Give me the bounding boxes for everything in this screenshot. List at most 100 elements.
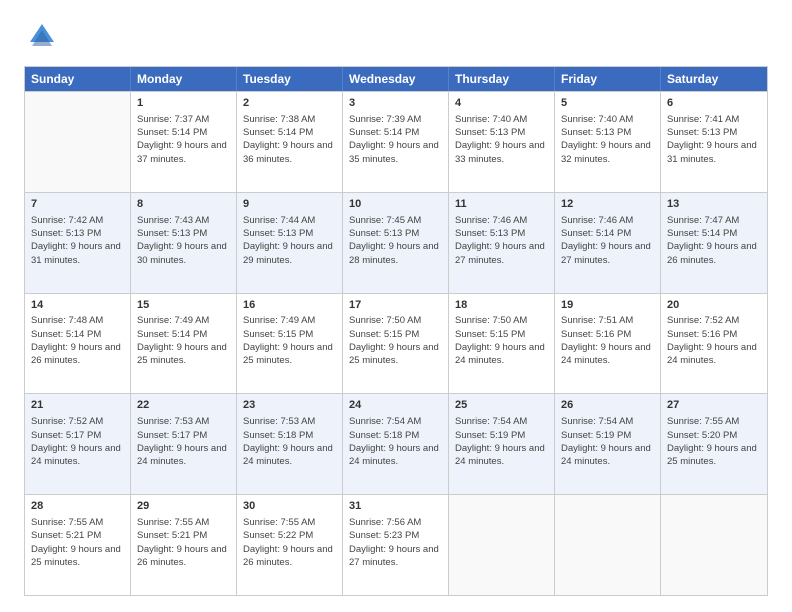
day-info: Sunrise: 7:51 AMSunset: 5:16 PMDaylight:… — [561, 314, 654, 367]
day-cell-20: 20Sunrise: 7:52 AMSunset: 5:16 PMDayligh… — [661, 294, 767, 394]
day-number: 7 — [31, 197, 124, 212]
day-info: Sunrise: 7:43 AMSunset: 5:13 PMDaylight:… — [137, 214, 230, 267]
header — [24, 20, 768, 56]
day-info: Sunrise: 7:50 AMSunset: 5:15 PMDaylight:… — [455, 314, 548, 367]
empty-cell — [555, 495, 661, 595]
day-cell-22: 22Sunrise: 7:53 AMSunset: 5:17 PMDayligh… — [131, 394, 237, 494]
header-day-thursday: Thursday — [449, 67, 555, 91]
header-day-wednesday: Wednesday — [343, 67, 449, 91]
day-number: 12 — [561, 197, 654, 212]
empty-cell — [449, 495, 555, 595]
day-info: Sunrise: 7:46 AMSunset: 5:13 PMDaylight:… — [455, 214, 548, 267]
day-cell-17: 17Sunrise: 7:50 AMSunset: 5:15 PMDayligh… — [343, 294, 449, 394]
day-cell-16: 16Sunrise: 7:49 AMSunset: 5:15 PMDayligh… — [237, 294, 343, 394]
page: SundayMondayTuesdayWednesdayThursdayFrid… — [0, 0, 792, 612]
day-cell-1: 1 Sunrise: 7:37 AMSunset: 5:14 PMDaylight… — [131, 92, 237, 192]
day-info: Sunrise: 7:44 AMSunset: 5:13 PMDaylight:… — [243, 214, 336, 267]
day-info: Sunrise: 7:45 AMSunset: 5:13 PMDaylight:… — [349, 214, 442, 267]
day-info: Sunrise: 7:55 AMSunset: 5:20 PMDaylight:… — [667, 415, 761, 468]
day-info: Sunrise: 7:52 AMSunset: 5:17 PMDaylight:… — [31, 415, 124, 468]
day-cell-19: 19Sunrise: 7:51 AMSunset: 5:16 PMDayligh… — [555, 294, 661, 394]
day-number: 27 — [667, 398, 761, 413]
day-number: 22 — [137, 398, 230, 413]
day-number: 21 — [31, 398, 124, 413]
day-cell-6: 6Sunrise: 7:41 AMSunset: 5:13 PMDaylight… — [661, 92, 767, 192]
day-info: Sunrise: 7:49 AMSunset: 5:15 PMDaylight:… — [243, 314, 336, 367]
day-number: 1 — [137, 96, 230, 111]
day-info: Sunrise: 7:49 AMSunset: 5:14 PMDaylight:… — [137, 314, 230, 367]
day-number: 18 — [455, 298, 548, 313]
day-cell-29: 29Sunrise: 7:55 AMSunset: 5:21 PMDayligh… — [131, 495, 237, 595]
day-cell-24: 24 Sunrise: 7:54 AMSunset: 5:18 PMDayligh… — [343, 394, 449, 494]
day-info: Sunrise: 7:39 AMSunset: 5:14 PMDaylight:… — [349, 113, 442, 166]
week-row-1: 7 Sunrise: 7:42 AMSunset: 5:13 PMDaylight… — [25, 192, 767, 293]
day-number: 2 — [243, 96, 336, 111]
day-info: Sunrise: 7:54 AMSunset: 5:18 PMDaylight:… — [349, 415, 442, 468]
day-number: 14 — [31, 298, 124, 313]
week-row-3: 21 Sunrise: 7:52 AMSunset: 5:17 PMDayligh… — [25, 393, 767, 494]
day-cell-12: 12 Sunrise: 7:46 AMSunset: 5:14 PMDayligh… — [555, 193, 661, 293]
empty-cell — [25, 92, 131, 192]
day-info: Sunrise: 7:55 AMSunset: 5:21 PMDaylight:… — [137, 516, 230, 569]
day-info: Sunrise: 7:54 AMSunset: 5:19 PMDaylight:… — [561, 415, 654, 468]
day-number: 19 — [561, 298, 654, 313]
day-info: Sunrise: 7:48 AMSunset: 5:14 PMDaylight:… — [31, 314, 124, 367]
day-cell-3: 3 Sunrise: 7:39 AMSunset: 5:14 PMDaylight… — [343, 92, 449, 192]
day-info: Sunrise: 7:56 AMSunset: 5:23 PMDaylight:… — [349, 516, 442, 569]
header-day-sunday: Sunday — [25, 67, 131, 91]
day-info: Sunrise: 7:40 AMSunset: 5:13 PMDaylight:… — [455, 113, 548, 166]
day-cell-23: 23Sunrise: 7:53 AMSunset: 5:18 PMDayligh… — [237, 394, 343, 494]
day-cell-9: 9Sunrise: 7:44 AMSunset: 5:13 PMDaylight… — [237, 193, 343, 293]
calendar-body: 1 Sunrise: 7:37 AMSunset: 5:14 PMDaylight… — [25, 91, 767, 595]
day-info: Sunrise: 7:54 AMSunset: 5:19 PMDaylight:… — [455, 415, 548, 468]
day-number: 30 — [243, 499, 336, 514]
day-cell-14: 14Sunrise: 7:48 AMSunset: 5:14 PMDayligh… — [25, 294, 131, 394]
day-number: 26 — [561, 398, 654, 413]
header-day-saturday: Saturday — [661, 67, 767, 91]
day-number: 20 — [667, 298, 761, 313]
header-day-monday: Monday — [131, 67, 237, 91]
day-cell-2: 2 Sunrise: 7:38 AMSunset: 5:14 PMDaylight… — [237, 92, 343, 192]
logo — [24, 20, 66, 56]
day-number: 8 — [137, 197, 230, 212]
day-cell-25: 25Sunrise: 7:54 AMSunset: 5:19 PMDayligh… — [449, 394, 555, 494]
day-info: Sunrise: 7:42 AMSunset: 5:13 PMDaylight:… — [31, 214, 124, 267]
day-info: Sunrise: 7:55 AMSunset: 5:22 PMDaylight:… — [243, 516, 336, 569]
day-cell-10: 10 Sunrise: 7:45 AMSunset: 5:13 PMDayligh… — [343, 193, 449, 293]
day-info: Sunrise: 7:46 AMSunset: 5:14 PMDaylight:… — [561, 214, 654, 267]
day-number: 31 — [349, 499, 442, 514]
week-row-0: 1 Sunrise: 7:37 AMSunset: 5:14 PMDaylight… — [25, 91, 767, 192]
day-number: 5 — [561, 96, 654, 111]
day-number: 11 — [455, 197, 548, 212]
day-info: Sunrise: 7:38 AMSunset: 5:14 PMDaylight:… — [243, 113, 336, 166]
day-info: Sunrise: 7:55 AMSunset: 5:21 PMDaylight:… — [31, 516, 124, 569]
day-cell-21: 21 Sunrise: 7:52 AMSunset: 5:17 PMDayligh… — [25, 394, 131, 494]
day-info: Sunrise: 7:47 AMSunset: 5:14 PMDaylight:… — [667, 214, 761, 267]
day-cell-13: 13Sunrise: 7:47 AMSunset: 5:14 PMDayligh… — [661, 193, 767, 293]
day-cell-28: 28Sunrise: 7:55 AMSunset: 5:21 PMDayligh… — [25, 495, 131, 595]
day-number: 3 — [349, 96, 442, 111]
day-info: Sunrise: 7:50 AMSunset: 5:15 PMDaylight:… — [349, 314, 442, 367]
header-day-tuesday: Tuesday — [237, 67, 343, 91]
day-cell-26: 26 Sunrise: 7:54 AMSunset: 5:19 PMDayligh… — [555, 394, 661, 494]
day-number: 10 — [349, 197, 442, 212]
empty-cell — [661, 495, 767, 595]
day-info: Sunrise: 7:41 AMSunset: 5:13 PMDaylight:… — [667, 113, 761, 166]
day-cell-31: 31 Sunrise: 7:56 AMSunset: 5:23 PMDayligh… — [343, 495, 449, 595]
day-number: 24 — [349, 398, 442, 413]
day-cell-18: 18Sunrise: 7:50 AMSunset: 5:15 PMDayligh… — [449, 294, 555, 394]
day-number: 23 — [243, 398, 336, 413]
day-cell-11: 11 Sunrise: 7:46 AMSunset: 5:13 PMDayligh… — [449, 193, 555, 293]
day-number: 15 — [137, 298, 230, 313]
week-row-4: 28Sunrise: 7:55 AMSunset: 5:21 PMDayligh… — [25, 494, 767, 595]
calendar-header: SundayMondayTuesdayWednesdayThursdayFrid… — [25, 67, 767, 91]
calendar: SundayMondayTuesdayWednesdayThursdayFrid… — [24, 66, 768, 596]
day-number: 16 — [243, 298, 336, 313]
day-cell-30: 30 Sunrise: 7:55 AMSunset: 5:22 PMDayligh… — [237, 495, 343, 595]
day-cell-27: 27 Sunrise: 7:55 AMSunset: 5:20 PMDayligh… — [661, 394, 767, 494]
header-day-friday: Friday — [555, 67, 661, 91]
day-info: Sunrise: 7:37 AMSunset: 5:14 PMDaylight:… — [137, 113, 230, 166]
day-cell-15: 15Sunrise: 7:49 AMSunset: 5:14 PMDayligh… — [131, 294, 237, 394]
day-number: 17 — [349, 298, 442, 313]
day-info: Sunrise: 7:40 AMSunset: 5:13 PMDaylight:… — [561, 113, 654, 166]
